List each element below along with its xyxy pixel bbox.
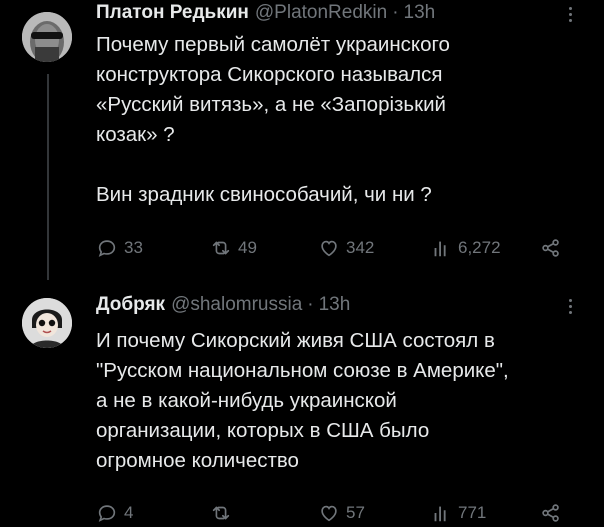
views-button[interactable]: 6,272 <box>430 234 501 262</box>
bar-chart-icon <box>434 241 446 257</box>
tweet-text-line: организации, которых в США было <box>96 419 430 442</box>
like-button[interactable]: 57 <box>318 499 365 527</box>
tweet-text-line: козак» ? <box>96 123 175 146</box>
bar-chart-icon <box>434 506 446 522</box>
tweet[interactable]: Добряк @shalomrussia · 13h И почему Сико… <box>0 280 604 522</box>
repost-button[interactable]: 49 <box>210 234 257 262</box>
speech-bubble-icon <box>98 505 116 522</box>
tweet-header: Платон Редькин @PlatonRedkin · 13h <box>96 2 435 24</box>
tweet-text-line: Вин зрадник свинособачий, чи ни ? <box>96 183 432 206</box>
reply-count: 4 <box>124 503 134 522</box>
more-dots-icon[interactable] <box>562 296 578 316</box>
tweet-header: Добряк @shalomrussia · 13h <box>96 294 350 316</box>
speech-bubble-icon <box>98 240 116 257</box>
like-button[interactable]: 342 <box>318 234 374 262</box>
tweet-text-line: «Русский витязь», а не «Запорізький <box>96 93 446 116</box>
heart-icon <box>321 240 337 257</box>
share-nodes-icon <box>542 504 559 522</box>
timestamp[interactable]: 13h <box>319 294 351 316</box>
share-nodes-icon <box>542 239 559 257</box>
tweet-actions: 33 49 342 6,272 <box>96 234 576 262</box>
tweet[interactable]: Платон Редькин @PlatonRedkin · 13h Почем… <box>0 0 604 280</box>
repost-button[interactable] <box>210 499 238 527</box>
display-name[interactable]: Платон Редькин <box>96 2 249 24</box>
display-name[interactable]: Добряк <box>96 294 165 316</box>
repost-arrows-icon <box>212 506 230 520</box>
more-dots-icon[interactable] <box>562 4 578 24</box>
avatar[interactable] <box>22 298 72 348</box>
tweet-text-line: конструктора Сикорского назывался <box>96 63 443 86</box>
reply-button[interactable]: 4 <box>96 499 133 527</box>
user-handle[interactable]: @PlatonRedkin <box>255 2 387 24</box>
avatar-image <box>22 12 72 62</box>
tweet-text: И почему Сикорский живя США состоял в "Р… <box>96 326 586 476</box>
user-handle[interactable]: @shalomrussia <box>171 294 302 316</box>
tweet-text-line: а не в какой-нибудь украинской <box>96 389 397 412</box>
timestamp[interactable]: 13h <box>404 2 436 24</box>
separator-dot: · <box>392 2 399 23</box>
tweet-text: Почему первый самолёт украинского констр… <box>96 30 586 210</box>
reply-count: 33 <box>124 238 143 257</box>
tweet-actions: 4 57 771 <box>96 499 576 527</box>
tweet-text-line: "Русском национальном союзе в Америке", <box>96 359 509 382</box>
tweet-text-line: И почему Сикорский живя США состоял в <box>96 329 495 352</box>
tweet-text-line: Почему первый самолёт украинского <box>96 33 450 56</box>
share-button[interactable] <box>540 499 562 527</box>
share-button[interactable] <box>540 234 562 262</box>
views-button[interactable]: 771 <box>430 499 486 527</box>
heart-icon <box>321 505 337 522</box>
view-count: 771 <box>458 503 487 522</box>
tweet-text-line: огромное количество <box>96 449 299 472</box>
separator-dot: · <box>307 294 314 315</box>
like-count: 57 <box>346 503 365 522</box>
avatar-image <box>22 298 72 348</box>
like-count: 342 <box>346 238 375 257</box>
repost-arrows-icon <box>212 241 230 255</box>
thread-line <box>47 74 49 280</box>
reply-button[interactable]: 33 <box>96 234 143 262</box>
avatar[interactable] <box>22 12 72 62</box>
repost-count: 49 <box>238 238 257 257</box>
view-count: 6,272 <box>458 238 501 257</box>
